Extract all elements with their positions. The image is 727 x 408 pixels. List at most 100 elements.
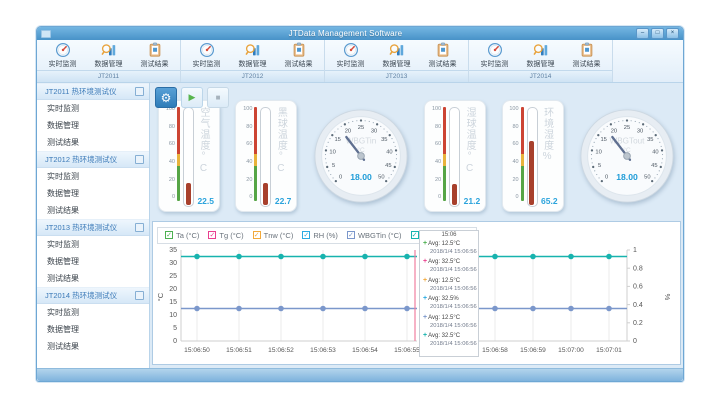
collapse-icon[interactable] — [135, 291, 144, 300]
toolbar-button-data-management-jt2011[interactable]: 数据管理 — [87, 42, 131, 70]
sidebar-item-jt2012-realtime-monitor[interactable]: 实时监测 — [37, 168, 149, 185]
maximize-button[interactable]: □ — [651, 28, 664, 39]
instrument-value: 65.2 — [541, 196, 558, 206]
toolbar-button-data-management-jt2012[interactable]: 数据管理 — [231, 42, 275, 70]
y-axis-tick-label: 15 — [169, 299, 177, 306]
zone-high — [521, 107, 524, 154]
zone-mid — [254, 154, 257, 166]
scale-tick-label: 60 — [241, 142, 252, 148]
sidebar-group-header-jt2014[interactable]: JT2014 热环境测试仪 — [37, 287, 149, 304]
scale-tick-label: 40 — [508, 160, 519, 166]
zone-strip — [443, 107, 446, 201]
zone-high — [443, 107, 446, 154]
sidebar-item-jt2011-realtime-monitor[interactable]: 实时监测 — [37, 100, 149, 117]
start-button[interactable]: ▶ — [181, 87, 203, 108]
sidebar-item-jt2013-data-management[interactable]: 数据管理 — [37, 253, 149, 270]
zone-low — [443, 166, 446, 201]
mercury-column — [263, 183, 268, 205]
minimize-button[interactable]: – — [636, 28, 649, 39]
scale-tick-label: 60 — [508, 142, 519, 148]
toolbar-group-caption: JT2014 — [469, 70, 612, 82]
y-axis-tick-label: 0 — [173, 338, 177, 345]
toolbar-button-test-results-jt2014[interactable]: 测试结果 — [565, 42, 609, 70]
mercury-column — [452, 184, 457, 205]
legend-checkbox[interactable]: ✓ — [411, 231, 419, 239]
y-axis-label: °C — [156, 292, 165, 301]
close-button[interactable]: × — [666, 28, 679, 39]
toolbar-button-realtime-monitor-jt2011[interactable]: 实时监测 — [41, 42, 85, 70]
toolbar-button-realtime-monitor-jt2013[interactable]: 实时监测 — [329, 42, 373, 70]
stop-button[interactable]: ■ — [207, 87, 229, 108]
gauge-tick-label: 30 — [637, 128, 643, 134]
tooltip-avg-value: Avg: 12.5°C — [428, 315, 460, 321]
y-axis-tick-label: 20 — [169, 286, 177, 293]
sidebar-item-jt2012-test-results[interactable]: 测试结果 — [37, 202, 149, 219]
scale-tick-label: 20 — [508, 178, 519, 184]
instrument-wbgt-in: 05101520253035404550WBGTin°C18.00 — [313, 108, 409, 204]
toolbar-button-data-management-jt2013[interactable]: 数据管理 — [375, 42, 419, 70]
toolbar-group-caption: JT2012 — [181, 70, 324, 82]
sidebar-group-header-jt2013[interactable]: JT2013 热环境测试仪 — [37, 219, 149, 236]
scale-tick-label: 20 — [164, 178, 175, 184]
y-axis-tick-label: 30 — [169, 260, 177, 267]
sidebar-item-jt2011-test-results[interactable]: 测试结果 — [37, 134, 149, 151]
toolbar-button-test-results-jt2012[interactable]: 测试结果 — [277, 42, 321, 70]
scale-tick-label: 0 — [241, 195, 252, 201]
collapse-icon[interactable] — [135, 223, 144, 232]
toolbar-group-jt2014: 实时监测数据管理测试结果JT2014 — [469, 40, 613, 82]
data-point — [404, 253, 410, 259]
toolbar-button-realtime-monitor-jt2012[interactable]: 实时监测 — [185, 42, 229, 70]
sidebar-item-jt2012-data-management[interactable]: 数据管理 — [37, 185, 149, 202]
toolbar-button-label: 实时监测 — [193, 59, 221, 69]
sidebar-item-jt2014-realtime-monitor[interactable]: 实时监测 — [37, 304, 149, 321]
zone-mid — [177, 154, 180, 166]
gauge-tick-label: 45 — [651, 163, 657, 169]
tooltip-header: 15:06 — [423, 232, 475, 238]
data-point — [530, 253, 536, 259]
settings-button[interactable]: ⚙ — [155, 87, 177, 108]
titlebar[interactable]: JTData Management Software –□× — [37, 27, 683, 40]
legend-checkbox[interactable]: ✓ — [208, 231, 216, 239]
toolbar-button-label: 数据管理 — [95, 59, 123, 69]
legend-item-ta: ✓Ta (°C) — [165, 231, 199, 240]
toolbar-button-label: 数据管理 — [527, 59, 555, 69]
toolbar-group-jt2012: 实时监测数据管理测试结果JT2012 — [181, 40, 325, 82]
collapse-icon[interactable] — [135, 155, 144, 164]
tooltip-avg-value: Avg: 32.5°C — [428, 333, 460, 339]
sidebar-item-jt2011-data-management[interactable]: 数据管理 — [37, 117, 149, 134]
scale-tick-label: 60 — [164, 142, 175, 148]
instrument-value: 21.2 — [464, 196, 481, 206]
instrument-value: 22.7 — [275, 196, 292, 206]
app-window: JTData Management Software –□× 实时监测数据管理测… — [36, 26, 684, 382]
toolbar-group-caption: JT2013 — [325, 70, 468, 82]
sidebar-item-jt2014-test-results[interactable]: 测试结果 — [37, 338, 149, 355]
gauge-tick-label: 20 — [345, 128, 351, 134]
sidebar-item-jt2013-realtime-monitor[interactable]: 实时监测 — [37, 236, 149, 253]
zone-high — [254, 107, 257, 154]
legend-checkbox[interactable]: ✓ — [253, 231, 261, 239]
scale-tick-label: 80 — [508, 125, 519, 131]
toolbar-button-test-results-jt2013[interactable]: 测试结果 — [421, 42, 465, 70]
main-area: JT2011 热环境测试仪实时监测数据管理测试结果JT2012 热环境测试仪实时… — [37, 83, 683, 368]
sidebar-group-header-jt2012[interactable]: JT2012 热环境测试仪 — [37, 151, 149, 168]
y-axis-tick-label: 25 — [169, 273, 177, 280]
gauge-tick-label: 0 — [605, 174, 608, 180]
zone-mid — [443, 154, 446, 166]
toolbar-button-realtime-monitor-jt2014[interactable]: 实时监测 — [473, 42, 517, 70]
instrument-ambient-humidity: 100806040200环境湿度%65.2 — [502, 100, 564, 212]
sidebar-group-header-jt2011[interactable]: JT2011 热环境测试仪 — [37, 83, 149, 100]
legend-checkbox[interactable]: ✓ — [302, 231, 310, 239]
sidebar-item-jt2014-data-management[interactable]: 数据管理 — [37, 321, 149, 338]
sidebar-item-jt2013-test-results[interactable]: 测试结果 — [37, 270, 149, 287]
toolbar-button-label: 测试结果 — [429, 59, 457, 69]
toolbar-button-test-results-jt2011[interactable]: 测试结果 — [133, 42, 177, 70]
legend-checkbox[interactable]: ✓ — [347, 231, 355, 239]
toolbar-button-data-management-jt2014[interactable]: 数据管理 — [519, 42, 563, 70]
zone-strip — [254, 107, 257, 201]
collapse-icon[interactable] — [135, 87, 144, 96]
instrument-air-temperature: 100806040200空气温度°C22.5 — [158, 100, 220, 212]
legend-checkbox[interactable]: ✓ — [165, 231, 173, 239]
instrument-value: 22.5 — [197, 196, 214, 206]
data-point — [320, 305, 326, 311]
sidebar-group-title: JT2011 热环境测试仪 — [45, 86, 117, 97]
